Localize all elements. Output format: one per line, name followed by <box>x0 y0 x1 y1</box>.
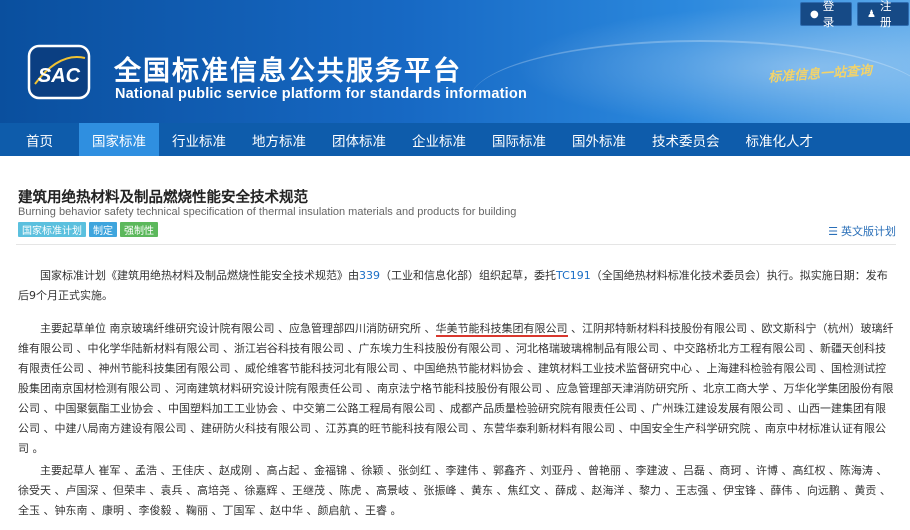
plan-description: 国家标准计划《建筑用绝热材料及制品燃烧性能安全技术规范》由339（工业和信息化部… <box>18 266 894 306</box>
badge-plan-type: 国家标准计划 <box>18 222 86 237</box>
english-version-link[interactable]: ☰ 英文版计划 <box>828 223 896 239</box>
user-icon: ● <box>810 8 819 20</box>
nav-item-foreign-standards[interactable]: 国外标准 <box>559 123 639 156</box>
plan-text-part1: 国家标准计划《建筑用绝热材料及制品燃烧性能安全技术规范》由 <box>40 269 359 282</box>
register-button[interactable]: ♟ 注册 <box>857 0 909 29</box>
drafters-list: 崔军 、孟浩 、王佳庆 、赵成刚 、高占起 、金福锦 、徐颖 、张剑红 、李建伟… <box>18 464 891 517</box>
nav-item-home[interactable]: 首页 <box>0 123 79 156</box>
nav-item-international-standards[interactable]: 国际标准 <box>479 123 559 156</box>
drafting-units-after: 、江阴邦特新材料科技股份有限公司 、欧文斯科宁（杭州）玻璃纤维有限公司 、中化学… <box>18 322 894 455</box>
divider <box>16 244 896 245</box>
plan-text-part2: （工业和信息化部）组织起草，委托 <box>380 269 556 282</box>
login-button[interactable]: ● 登录 <box>800 0 852 29</box>
site-header: SAC 全国标准信息公共服务平台 National public service… <box>0 0 910 123</box>
main-nav: 首页 国家标准 行业标准 地方标准 团体标准 企业标准 国际标准 国外标准 技术… <box>0 123 910 156</box>
login-label: 登录 <box>822 0 835 29</box>
nav-item-local-standards[interactable]: 地方标准 <box>239 123 319 156</box>
nav-item-technical-committees[interactable]: 技术委员会 <box>639 123 733 156</box>
sac-logo[interactable]: SAC <box>27 44 91 100</box>
dept-code-link[interactable]: 339 <box>359 269 380 282</box>
drafters: 主要起草人 崔军 、孟浩 、王佳庆 、赵成刚 、高占起 、金福锦 、徐颖 、张剑… <box>18 461 894 521</box>
standard-title: 建筑用绝热材料及制品燃烧性能安全技术规范 <box>18 190 308 206</box>
nav-item-standardization-talent[interactable]: 标准化人才 <box>733 123 827 156</box>
logo-text: SAC <box>38 65 81 87</box>
english-version-label: 英文版计划 <box>841 225 896 238</box>
drafters-label: 主要起草人 <box>40 464 95 477</box>
standard-title-english: Burning behavior safety technical specif… <box>18 206 517 218</box>
nav-item-industry-standards[interactable]: 行业标准 <box>159 123 239 156</box>
nav-item-enterprise-standards[interactable]: 企业标准 <box>399 123 479 156</box>
list-icon: ☰ <box>828 224 838 238</box>
site-subtitle: National public service platform for sta… <box>115 86 528 102</box>
badge-mandatory: 强制性 <box>120 222 158 237</box>
highlighted-unit: 华美节能科技集团有限公司 <box>435 322 568 337</box>
nav-item-national-standards[interactable]: 国家标准 <box>79 123 159 156</box>
tc-code-link[interactable]: TC191 <box>556 269 591 282</box>
standard-badges: 国家标准计划 制定 强制性 <box>18 222 158 237</box>
register-label: 注册 <box>879 0 892 29</box>
person-icon: ♟ <box>867 8 876 20</box>
drafting-units-before: 南京玻璃纤维研究设计院有限公司 、应急管理部四川消防研究所 、 <box>109 322 436 335</box>
drafting-units-label: 主要起草单位 <box>40 322 106 335</box>
badge-formulation: 制定 <box>89 222 117 237</box>
drafting-units: 主要起草单位 南京玻璃纤维研究设计院有限公司 、应急管理部四川消防研究所 、华美… <box>18 319 894 459</box>
site-title: 全国标准信息公共服务平台 <box>114 56 462 87</box>
nav-item-group-standards[interactable]: 团体标准 <box>319 123 399 156</box>
